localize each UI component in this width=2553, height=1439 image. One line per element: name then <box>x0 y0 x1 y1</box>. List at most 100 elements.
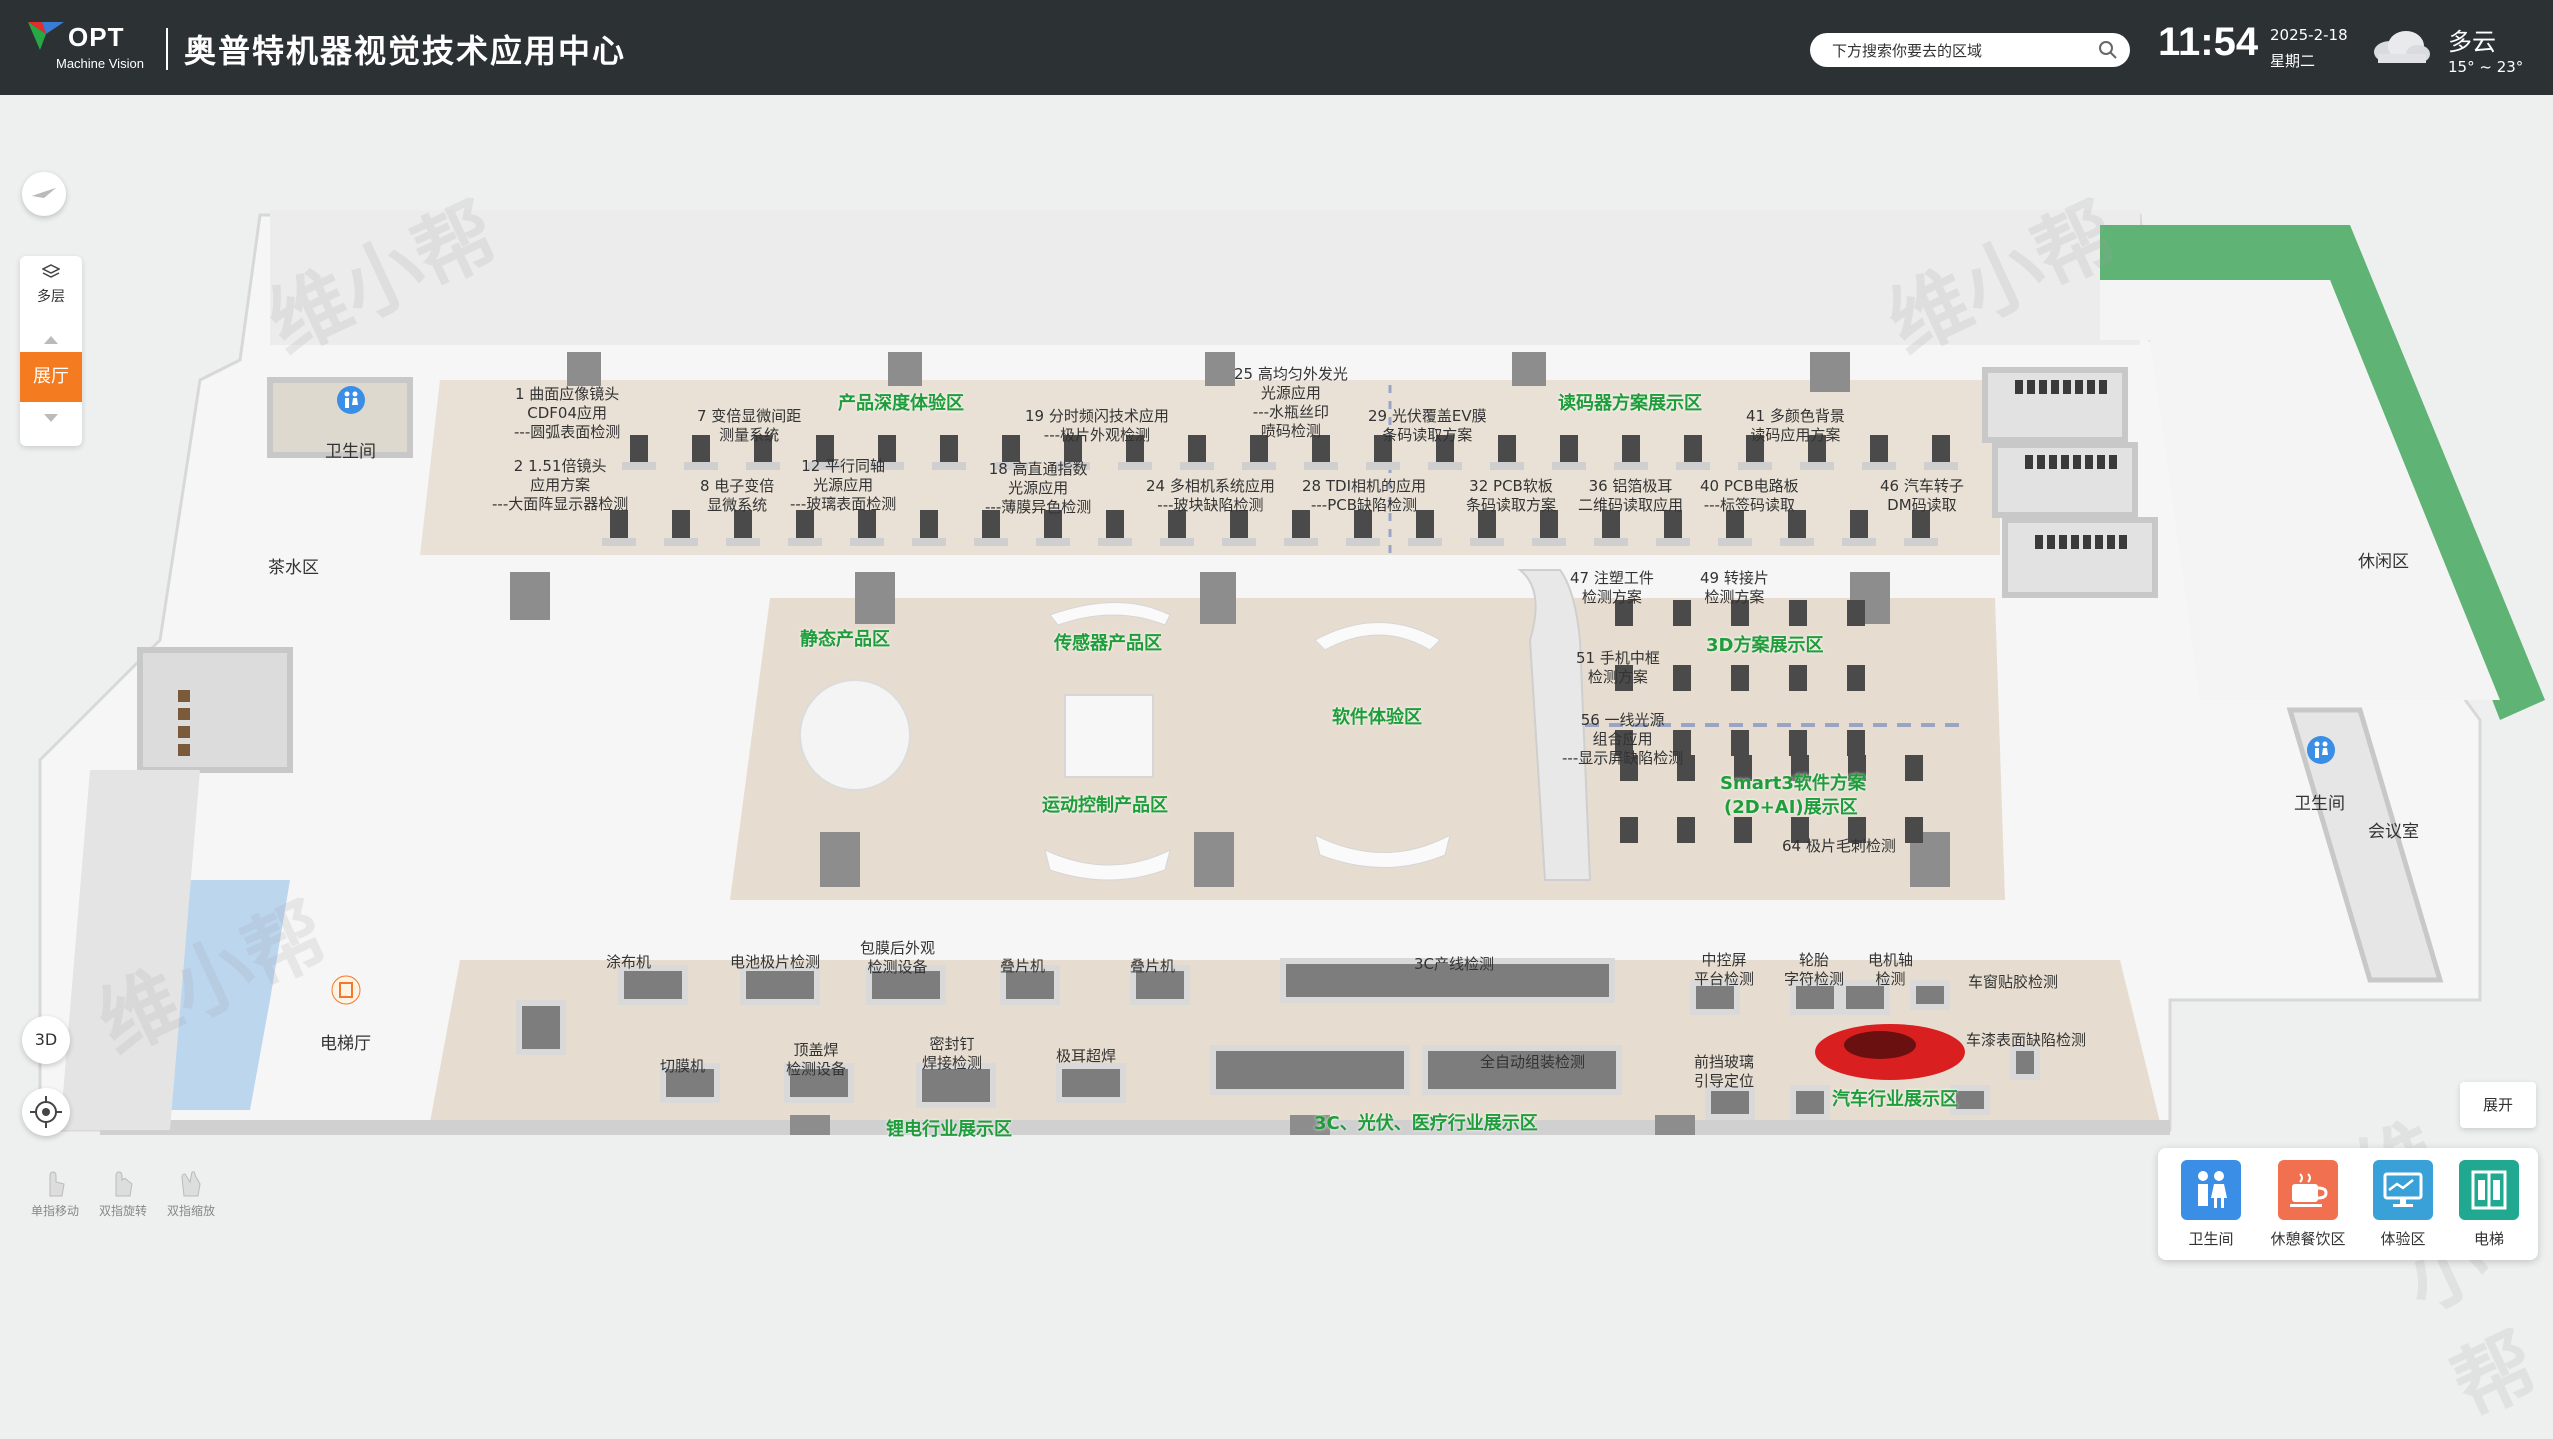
station-desk <box>630 435 648 465</box>
quick-restroom[interactable]: 卫生间 <box>2166 1160 2256 1249</box>
station-base <box>1842 538 1876 546</box>
equip-windshield[interactable]: 前挡玻璃 引导定位 <box>1694 1053 1754 1091</box>
station-8[interactable]: 8 电子变倍 显微系统 <box>700 477 774 515</box>
restroom-right-icon[interactable] <box>2306 735 2336 765</box>
station-49[interactable]: 49 转接片 检测方案 <box>1700 569 1769 607</box>
quick-rest-dining[interactable]: 休憩餐饮区 <box>2258 1160 2358 1249</box>
station-25[interactable]: 25 高均匀外发光 光源应用 ---水瓶丝印 喷码检测 <box>1234 365 1348 441</box>
station-40[interactable]: 40 PCB电路板 ---标签码读取 <box>1700 477 1799 515</box>
gesture-zoom: 双指缩放 <box>156 1168 226 1219</box>
chair <box>2071 535 2079 549</box>
equip-film-cutter[interactable]: 切膜机 <box>660 1057 705 1076</box>
area-rest[interactable]: 休闲区 <box>2358 547 2409 572</box>
equip-window-glue[interactable]: 车窗贴胶检测 <box>1968 973 2058 992</box>
zone-3d-solution[interactable]: 3D方案展示区 <box>1706 631 1823 657</box>
floor-multi-button[interactable]: 多层 <box>20 286 82 306</box>
equipment-detail <box>522 1006 560 1049</box>
zone-static-product[interactable]: 静态产品区 <box>800 625 890 651</box>
chair <box>2025 455 2033 469</box>
station-1[interactable]: 1 曲面应像镜头 CDF04应用 ---圆弧表面检测 <box>514 385 620 442</box>
station-7[interactable]: 7 变倍显微间距 测量系统 <box>697 407 801 445</box>
station-base <box>1738 462 1772 470</box>
zone-sensor-product[interactable]: 传感器产品区 <box>1054 629 1162 655</box>
chair <box>2035 535 2043 549</box>
equip-tire-char[interactable]: 轮胎 字符检测 <box>1784 951 1844 989</box>
zone-product-depth[interactable]: 产品深度体验区 <box>838 389 964 415</box>
view-3d-button[interactable]: 3D <box>22 1016 70 1064</box>
chair <box>2039 380 2047 394</box>
equip-stacker-1[interactable]: 叠片机 <box>1000 957 1045 976</box>
chair <box>2095 535 2103 549</box>
area-meeting[interactable]: 会议室 <box>2368 817 2419 842</box>
zone-3c[interactable]: 3C、光伏、医疗行业展示区 <box>1314 1109 1538 1135</box>
equip-coating[interactable]: 涂布机 <box>606 953 651 972</box>
station-28[interactable]: 28 TDI相机的应用 ---PCB缺陷检测 <box>1302 477 1426 515</box>
station-46[interactable]: 46 汽车转子 DM码读取 <box>1880 477 1964 515</box>
floor-current-button[interactable]: 展厅 <box>20 352 82 402</box>
zone-auto[interactable]: 汽车行业展示区 <box>1832 1085 1958 1111</box>
zone-reader-solution[interactable]: 读码器方案展示区 <box>1558 389 1702 415</box>
equip-3c-line[interactable]: 3C产线检测 <box>1414 955 1494 974</box>
station-36[interactable]: 36 铝箔极耳 二维码读取应用 <box>1578 477 1683 515</box>
station-base <box>1160 538 1194 546</box>
station-base <box>850 538 884 546</box>
station-2[interactable]: 2 1.51倍镜头 应用方案 ---大面阵显示器检测 <box>492 457 628 514</box>
restroom-left-icon[interactable] <box>336 385 366 415</box>
station-56[interactable]: 56 一线光源 组合应用 ---显示屏缺陷检测 <box>1562 711 1683 768</box>
station-base <box>1676 462 1710 470</box>
station-47[interactable]: 47 注塑工件 检测方案 <box>1570 569 1654 607</box>
station-12[interactable]: 12 平行同轴 光源应用 ---玻璃表面检测 <box>790 457 896 514</box>
station-41[interactable]: 41 多颜色背景 读码应用方案 <box>1746 407 1845 445</box>
search-icon[interactable] <box>2098 40 2118 60</box>
station-19[interactable]: 19 分时频闪技术应用 ---极片外观检测 <box>1025 407 1169 445</box>
station-64[interactable]: 64 极片毛刺检测 <box>1782 837 1896 856</box>
compass-button[interactable] <box>22 172 66 216</box>
search-input[interactable] <box>1830 37 2094 65</box>
equip-wrap-inspect[interactable]: 包膜后外观 检测设备 <box>860 939 935 977</box>
zone-lithium[interactable]: 锂电行业展示区 <box>886 1115 1012 1141</box>
chair <box>2037 455 2045 469</box>
station-32[interactable]: 32 PCB软板 条码读取方案 <box>1466 477 1556 515</box>
zone-smart3-line1[interactable]: Smart3软件方案 <box>1720 769 1866 795</box>
equip-seal-pin[interactable]: 密封钉 焊接检测 <box>922 1035 982 1073</box>
zone-software-experience[interactable]: 软件体验区 <box>1332 703 1422 729</box>
station-base <box>1490 462 1524 470</box>
area-restroom-left[interactable]: 卫生间 <box>325 437 376 462</box>
equip-paint-defect[interactable]: 车漆表面缺陷检测 <box>1966 1031 2086 1050</box>
station-18[interactable]: 18 高直通指数 光源应用 ---薄膜异色检测 <box>985 460 1091 517</box>
zone-motion-control[interactable]: 运动控制产品区 <box>1042 791 1168 817</box>
station-base <box>1656 538 1690 546</box>
equipment-detail <box>1216 1051 1404 1089</box>
gesture-rotate: 双指旋转 <box>88 1168 158 1219</box>
station-24[interactable]: 24 多相机系统应用 ---玻块缺陷检测 <box>1146 477 1275 515</box>
zone-smart3-line2[interactable]: (2D+AI)展示区 <box>1724 793 1858 819</box>
area-elevator-hall[interactable]: 电梯厅 <box>320 1029 371 1054</box>
equip-3c-assembly[interactable]: 全自动组装检测 <box>1480 1053 1585 1072</box>
chair <box>2015 380 2023 394</box>
equip-tab-weld[interactable]: 极耳超焊 <box>1056 1047 1116 1066</box>
equip-top-cover-weld[interactable]: 顶盖焊 检测设备 <box>786 1041 846 1079</box>
equip-stacker-2[interactable]: 叠片机 <box>1130 957 1175 976</box>
quick-access-bar: 卫生间 休憩餐饮区 体验区 电梯 <box>2158 1148 2538 1260</box>
station-desk <box>796 510 814 542</box>
layers-icon[interactable] <box>42 264 60 282</box>
station-base <box>912 538 946 546</box>
quick-elevator-label: 电梯 <box>2473 1230 2504 1248</box>
area-tea[interactable]: 茶水区 <box>268 553 319 578</box>
floor-map[interactable]: 维小帮 维小帮 维小帮 维小帮 卫生间 茶水区 电梯厅 休闲区 卫生间 会议室 … <box>0 95 2553 1434</box>
quick-elevator[interactable]: 电梯 <box>2444 1160 2534 1249</box>
station-51[interactable]: 51 手机中框 检测方案 <box>1576 649 1660 687</box>
expand-button[interactable]: 展开 <box>2460 1082 2536 1128</box>
equip-motor-shaft[interactable]: 电机轴 检测 <box>1868 951 1913 989</box>
elevator-hall-icon[interactable] <box>331 975 361 1005</box>
floor-up-arrow[interactable] <box>44 336 58 344</box>
quick-experience[interactable]: 体验区 <box>2358 1160 2448 1249</box>
area-restroom-right[interactable]: 卫生间 <box>2294 789 2345 814</box>
search-box[interactable] <box>1810 33 2130 67</box>
station-29[interactable]: 29 光伏覆盖EV膜 条码读取方案 <box>1368 407 1487 445</box>
equip-electrode-check[interactable]: 电池极片检测 <box>730 953 820 972</box>
floor-down-arrow[interactable] <box>44 414 58 422</box>
equip-console-screen[interactable]: 中控屏 平台检测 <box>1694 951 1754 989</box>
locate-button[interactable] <box>22 1088 70 1136</box>
gesture-rotate-label: 双指旋转 <box>98 1204 147 1218</box>
